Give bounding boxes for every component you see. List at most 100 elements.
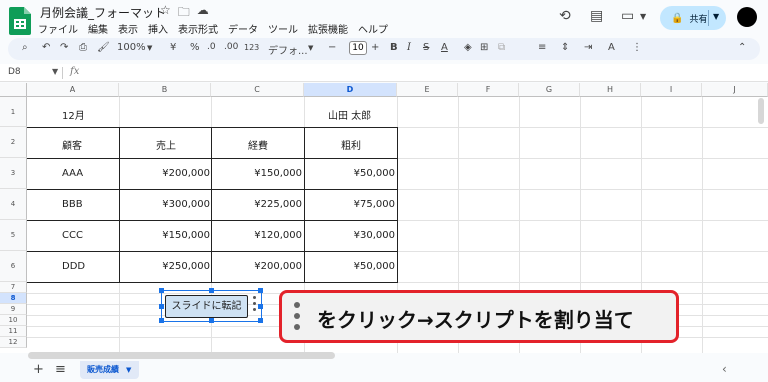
- column-header-g[interactable]: G: [519, 83, 580, 97]
- percent-format-button[interactable]: %: [190, 42, 200, 53]
- row-header-6[interactable]: 6: [0, 251, 27, 282]
- cell-gross-profit[interactable]: ¥50,000: [354, 261, 395, 272]
- menu-file[interactable]: ファイル: [38, 21, 78, 36]
- cell-customer[interactable]: DDD: [62, 261, 85, 272]
- drawing-selection[interactable]: スライドに転記: [159, 288, 263, 323]
- text-wrap-icon[interactable]: ⇥: [584, 42, 592, 53]
- cell-expense[interactable]: ¥225,000: [254, 199, 302, 210]
- cell-d1[interactable]: 山田 太郎: [328, 107, 371, 122]
- chevron-down-icon[interactable]: ▼: [640, 12, 646, 21]
- cell-sales[interactable]: ¥300,000: [162, 199, 210, 210]
- row-header-4[interactable]: 4: [0, 189, 27, 220]
- search-menus-icon[interactable]: ⌕: [22, 42, 28, 53]
- header-gross-profit[interactable]: 粗利: [341, 137, 361, 152]
- scrollbar-thumb[interactable]: [758, 98, 764, 124]
- font-size-input[interactable]: 10: [349, 41, 367, 55]
- chevron-down-icon[interactable]: ▼: [147, 44, 152, 52]
- avatar[interactable]: [737, 7, 757, 27]
- row-header-2[interactable]: 2: [0, 127, 27, 158]
- row-header-7[interactable]: 7: [0, 282, 27, 293]
- comment-icon[interactable]: ▤: [590, 8, 603, 24]
- row-header-5[interactable]: 5: [0, 220, 27, 251]
- horizontal-align-icon[interactable]: ≡: [538, 42, 546, 53]
- name-box[interactable]: D8: [8, 67, 21, 77]
- vertical-align-icon[interactable]: ⇕: [561, 42, 569, 53]
- cell-customer[interactable]: AAA: [62, 168, 83, 179]
- menu-edit[interactable]: 編集: [88, 21, 108, 36]
- menu-format[interactable]: 表示形式: [178, 21, 218, 36]
- cell-sales[interactable]: ¥250,000: [162, 261, 210, 272]
- resize-handle[interactable]: [258, 304, 263, 309]
- borders-icon[interactable]: ⊞: [480, 42, 488, 53]
- select-all-corner[interactable]: [0, 83, 27, 97]
- cell-expense[interactable]: ¥120,000: [254, 230, 302, 241]
- resize-handle[interactable]: [159, 318, 164, 323]
- chevron-down-icon[interactable]: ▼: [308, 44, 313, 52]
- chevron-left-icon[interactable]: ‹: [722, 362, 727, 376]
- font-family-select[interactable]: デフォ...: [268, 42, 308, 57]
- row-header-9[interactable]: 9: [0, 304, 27, 315]
- cell-customer[interactable]: CCC: [62, 230, 83, 241]
- cell-expense[interactable]: ¥200,000: [254, 261, 302, 272]
- undo-icon[interactable]: ↶: [42, 42, 50, 53]
- chevron-down-icon[interactable]: ▼: [52, 67, 58, 76]
- menu-view[interactable]: 表示: [118, 21, 138, 36]
- cell-sales[interactable]: ¥150,000: [162, 230, 210, 241]
- all-sheets-icon[interactable]: ≡: [55, 362, 66, 377]
- column-header-c[interactable]: C: [211, 83, 304, 97]
- chevron-up-icon[interactable]: ⌃: [738, 42, 746, 53]
- column-header-e[interactable]: E: [397, 83, 458, 97]
- cell-a1[interactable]: 12月: [62, 107, 85, 122]
- column-header-b[interactable]: B: [119, 83, 211, 97]
- currency-format-button[interactable]: ¥: [170, 42, 176, 53]
- text-color-button[interactable]: A: [441, 42, 448, 53]
- column-header-j[interactable]: J: [702, 83, 768, 97]
- decrease-decimal-button[interactable]: .0: [207, 42, 216, 52]
- chevron-down-icon[interactable]: ▼: [713, 12, 719, 21]
- cell-gross-profit[interactable]: ¥50,000: [354, 168, 395, 179]
- add-sheet-icon[interactable]: +: [33, 362, 44, 377]
- header-sales[interactable]: 売上: [156, 137, 176, 152]
- menu-extensions[interactable]: 拡張機能: [308, 21, 348, 36]
- share-button[interactable]: 🔒 共有 ▼: [660, 6, 726, 30]
- horizontal-scrollbar[interactable]: [28, 352, 763, 360]
- document-title[interactable]: 月例会議_フォーマット: [40, 4, 166, 21]
- print-icon[interactable]: ⎙: [79, 42, 87, 53]
- menu-tools[interactable]: ツール: [268, 21, 298, 36]
- resize-handle[interactable]: [159, 304, 164, 309]
- row-header-8[interactable]: 8: [0, 293, 27, 304]
- menu-help[interactable]: ヘルプ: [358, 21, 388, 36]
- row-header-3[interactable]: 3: [0, 158, 27, 189]
- cell-gross-profit[interactable]: ¥30,000: [354, 230, 395, 241]
- column-header-d[interactable]: D: [304, 83, 397, 97]
- column-header-a[interactable]: A: [27, 83, 119, 97]
- transfer-to-slide-button[interactable]: スライドに転記: [165, 295, 248, 318]
- italic-button[interactable]: I: [407, 42, 411, 53]
- zoom-select[interactable]: 100%: [117, 42, 146, 53]
- cell-gross-profit[interactable]: ¥75,000: [354, 199, 395, 210]
- sheet-tab-active[interactable]: 販売成績 ▼: [80, 361, 139, 379]
- fill-color-icon[interactable]: ◈: [464, 42, 472, 53]
- scrollbar-thumb[interactable]: [28, 352, 335, 359]
- increase-decimal-button[interactable]: .00: [224, 42, 238, 52]
- font-size-increase-button[interactable]: +: [371, 42, 379, 53]
- chevron-down-icon[interactable]: ▼: [126, 361, 131, 379]
- cell-expense[interactable]: ¥150,000: [254, 168, 302, 179]
- cell-sales[interactable]: ¥200,000: [162, 168, 210, 179]
- drawing-more-icon[interactable]: [253, 296, 257, 314]
- resize-handle[interactable]: [159, 288, 164, 293]
- font-size-decrease-button[interactable]: −: [328, 42, 336, 53]
- strikethrough-button[interactable]: S: [423, 42, 429, 53]
- header-customer[interactable]: 顧客: [62, 137, 82, 152]
- bold-button[interactable]: B: [390, 42, 398, 53]
- paint-format-icon[interactable]: 🖌: [97, 42, 110, 53]
- row-header-10[interactable]: 10: [0, 315, 27, 326]
- sheets-logo-icon[interactable]: [9, 7, 31, 35]
- redo-icon[interactable]: ↷: [60, 42, 68, 53]
- history-icon[interactable]: ⟲: [559, 8, 571, 24]
- resize-handle[interactable]: [209, 288, 214, 293]
- cell-customer[interactable]: BBB: [62, 199, 83, 210]
- row-header-1[interactable]: 1: [0, 97, 27, 127]
- menu-data[interactable]: データ: [228, 21, 258, 36]
- merge-cells-icon[interactable]: ⧉: [498, 42, 505, 53]
